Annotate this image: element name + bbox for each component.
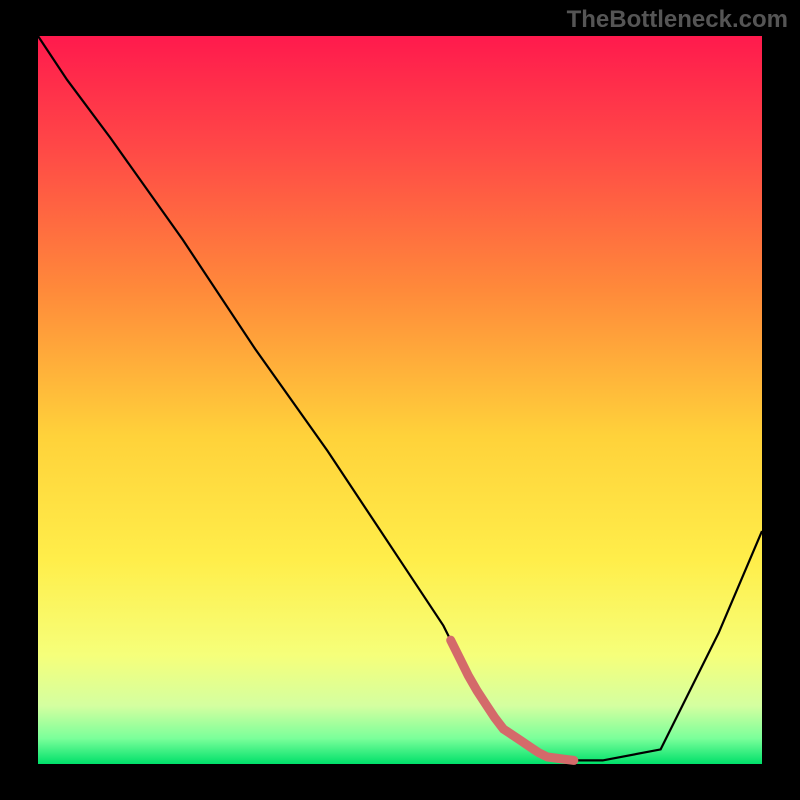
bottleneck-chart xyxy=(0,0,800,800)
chart-frame: TheBottleneck.com xyxy=(0,0,800,800)
watermark-text: TheBottleneck.com xyxy=(567,6,788,34)
plot-area xyxy=(38,36,762,764)
